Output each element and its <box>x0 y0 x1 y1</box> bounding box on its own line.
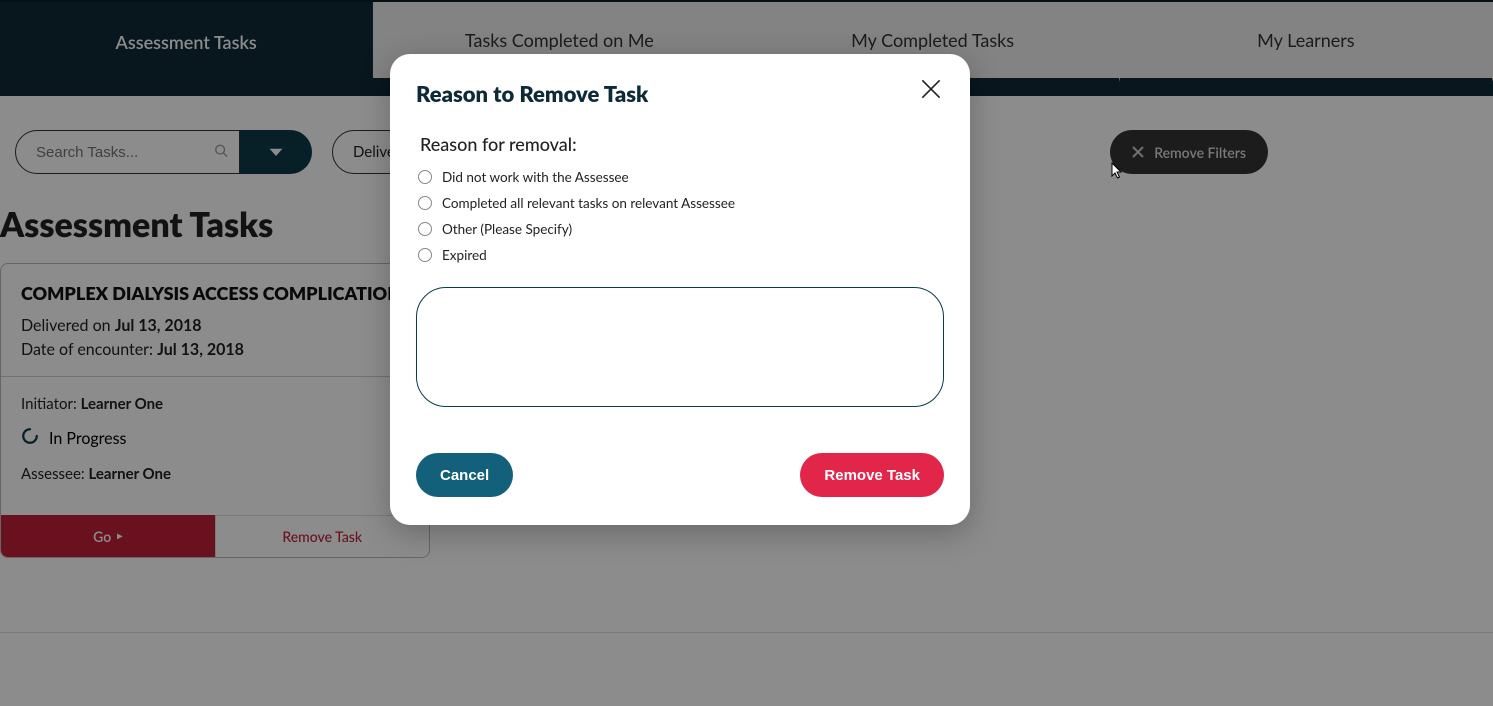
radio-label: Expired <box>442 247 487 263</box>
modal-title: Reason to Remove Task <box>416 80 944 107</box>
radio-option-completed-all[interactable]: Completed all relevant tasks on relevant… <box>418 195 944 211</box>
radio-icon <box>418 222 432 236</box>
cancel-label: Cancel <box>440 467 489 484</box>
remove-task-modal: Reason to Remove Task Reason for removal… <box>390 54 970 525</box>
radio-icon <box>418 170 432 184</box>
radio-label: Did not work with the Assessee <box>442 169 629 185</box>
cancel-button[interactable]: Cancel <box>416 453 513 497</box>
radio-option-did-not-work[interactable]: Did not work with the Assessee <box>418 169 944 185</box>
removal-reason-radio-group: Did not work with the Assessee Completed… <box>416 169 944 263</box>
remove-task-label: Remove Task <box>824 467 920 484</box>
modal-subtitle: Reason for removal: <box>416 133 944 155</box>
removal-reason-textarea[interactable] <box>416 287 944 407</box>
radio-option-expired[interactable]: Expired <box>418 247 944 263</box>
radio-icon <box>418 196 432 210</box>
radio-label: Completed all relevant tasks on relevant… <box>442 195 735 211</box>
radio-option-other[interactable]: Other (Please Specify) <box>418 221 944 237</box>
radio-icon <box>418 248 432 262</box>
modal-close-button[interactable] <box>918 76 948 106</box>
radio-label: Other (Please Specify) <box>442 221 572 237</box>
remove-task-button[interactable]: Remove Task <box>800 453 944 497</box>
